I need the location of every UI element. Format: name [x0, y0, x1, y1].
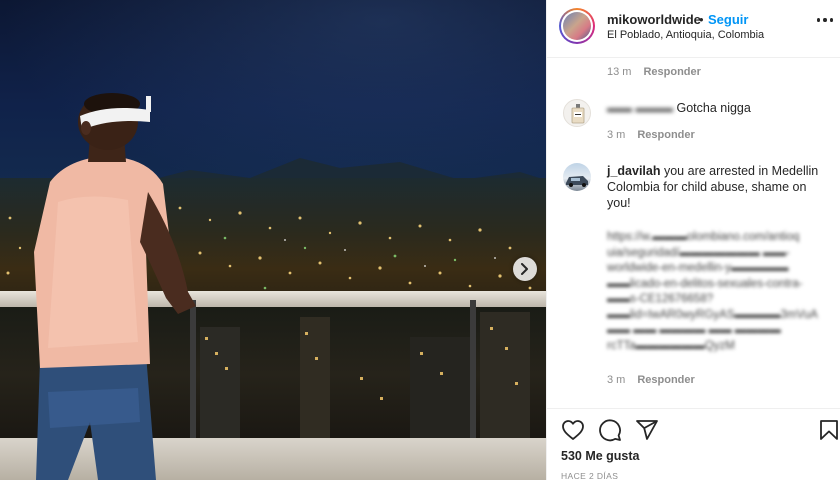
reply-button[interactable]: Responder [637, 374, 694, 386]
location-link[interactable]: El Poblado, Antioquia, Colombia [607, 29, 764, 41]
reply-button[interactable]: Responder [643, 66, 700, 78]
commenter-avatar[interactable] [563, 163, 591, 191]
reply-button[interactable]: Responder [637, 129, 694, 141]
comment-text: Gotcha nigga [676, 101, 751, 115]
likes-count[interactable]: 530 Me gusta [561, 449, 640, 463]
comments-list: 13 m Responder ▬▬ ▬▬▬ Gotcha nigga 3 m Res… [547, 58, 840, 408]
comment-icon[interactable] [598, 418, 622, 442]
comment-username-obscured[interactable]: ▬▬ ▬▬▬ [607, 101, 673, 115]
comment-meta: 3 m Responder [607, 129, 695, 141]
bookmark-icon[interactable] [817, 418, 840, 442]
post-sidebar: mikoworldwide • Seguir El Poblado, Antio… [546, 0, 840, 480]
action-bar: 530 Me gusta HACE 2 DÍAS [547, 408, 840, 480]
next-photo-button[interactable] [513, 257, 537, 281]
separator-dot: • [699, 12, 704, 27]
comment-time: 3 m [607, 129, 626, 141]
comment-body: ▬▬ ▬▬▬ Gotcha nigga [607, 100, 829, 116]
post-photo[interactable] [0, 0, 546, 480]
post-date[interactable]: HACE 2 DÍAS [561, 471, 618, 480]
author-username[interactable]: mikoworldwide [607, 12, 701, 27]
share-icon[interactable] [635, 418, 659, 442]
car-photo-icon [566, 176, 588, 187]
follow-button[interactable]: Seguir [708, 12, 748, 27]
more-options-icon[interactable] [817, 16, 833, 24]
profile-photo [563, 12, 591, 40]
comment-link-obscured[interactable]: https://w.▬▬▬olombiano.com/antioq uia/se… [607, 230, 829, 354]
comment-username[interactable]: j_davilah [607, 164, 661, 178]
comment-time: 13 m [607, 66, 632, 78]
comment-meta: 3 m Responder [607, 374, 695, 386]
post-header: mikoworldwide • Seguir El Poblado, Antio… [547, 0, 840, 58]
person-figure [34, 93, 196, 480]
perfume-bottle-icon [571, 104, 585, 124]
avatar[interactable] [559, 8, 595, 44]
comment-meta: 13 m Responder [607, 66, 701, 78]
heart-icon[interactable] [561, 418, 585, 442]
chevron-right-icon [521, 263, 528, 275]
commenter-avatar[interactable] [563, 99, 591, 127]
comment-body: j_davilah you are arrested in Medellin C… [607, 163, 829, 211]
comment-time: 3 m [607, 374, 626, 386]
rail-post [470, 300, 476, 440]
